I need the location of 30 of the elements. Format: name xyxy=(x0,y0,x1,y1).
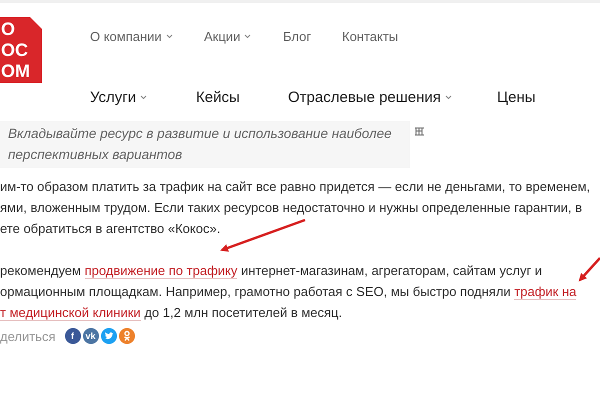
nav-link[interactable]: Отраслевые решения xyxy=(288,89,452,106)
share-button[interactable] xyxy=(100,328,116,344)
nav-link[interactable]: Акции xyxy=(204,29,252,44)
annotation-arrow xyxy=(578,257,600,282)
share-button[interactable] xyxy=(118,328,134,344)
paragraph-text: им-то образом платить за трафик на сайт все равно придется — если не деньгами, то временем, xyxy=(0,179,590,194)
logo[interactable]: О ОС ОМ xyxy=(0,17,42,83)
share-button[interactable]: vk xyxy=(82,328,98,344)
share-label: делиться xyxy=(0,328,56,344)
logo-text: ОМ xyxy=(1,61,30,82)
quote-text: Вкладывайте ресурс в развитие и использование наиболее перспективных вариантов xyxy=(0,121,410,168)
text-link[interactable]: продвижение по трафику xyxy=(84,263,238,279)
nav-link[interactable]: Блог xyxy=(283,29,312,44)
paragraph-text: ормационным площадкам. Например, грамотно работая с SEO, мы быстро подняли xyxy=(0,284,512,299)
paragraph-text: рекомендуем xyxy=(0,263,82,278)
nav-link[interactable]: О компании xyxy=(90,29,173,44)
paragraph-text: ями, вложенным трудом. Если таких ресурсов недостаточно и нужны определенные гарантии, в xyxy=(0,200,582,215)
text-link[interactable]: т медицинской клиники xyxy=(0,305,141,321)
nav-link[interactable]: Услуги xyxy=(90,89,148,106)
paragraph-text: интернет-магазинам, агрегаторам, сайтам услуг и xyxy=(240,263,542,278)
quote-icon xyxy=(414,127,425,136)
paragraph-text: до 1,2 млн посетителей в месяц. xyxy=(143,305,342,320)
text-link[interactable]: трафик на xyxy=(514,284,576,300)
logo-text: О xyxy=(1,19,16,40)
paragraph-text: ете обратиться в агентство «Кокос». xyxy=(0,221,220,236)
nav-link[interactable]: Кейсы xyxy=(196,89,240,106)
share-button[interactable]: f xyxy=(64,328,80,344)
nav-link[interactable]: Цены xyxy=(497,89,536,106)
nav-link[interactable]: Контакты xyxy=(342,29,398,44)
logo-text: ОС xyxy=(1,40,28,61)
